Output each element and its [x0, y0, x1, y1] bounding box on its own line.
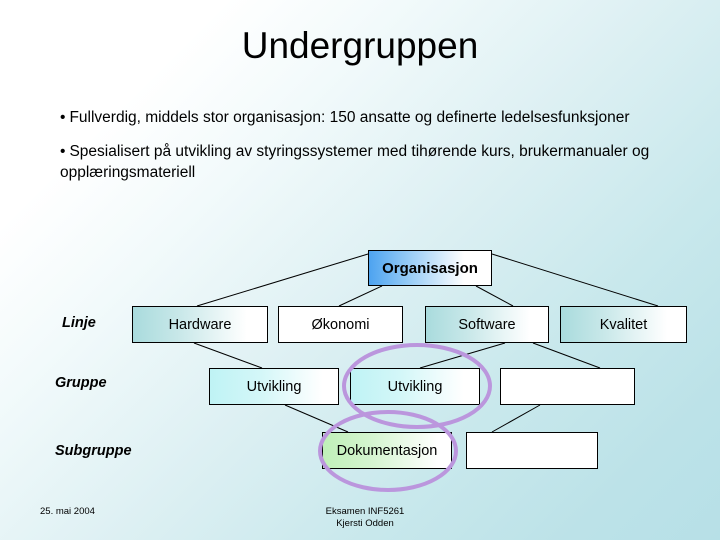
node-subgruppe-empty[interactable] — [466, 432, 598, 469]
footer-exam: Eksamen INF5261 — [325, 506, 405, 517]
node-label: Hardware — [168, 316, 232, 333]
connector-gruppe-subgruppe-empty — [491, 404, 541, 433]
footer-center: Eksamen INF5261 Kjersti Odden — [250, 506, 480, 531]
node-organisasjon[interactable]: Organisasjon — [368, 250, 492, 286]
node-kvalitet[interactable]: Kvalitet — [560, 306, 687, 343]
row-label-subgruppe: Subgruppe — [55, 443, 132, 459]
node-okonomi[interactable]: Økonomi — [278, 306, 403, 343]
node-label: Økonomi — [311, 316, 370, 333]
node-label: Utvikling — [246, 378, 302, 395]
node-label: Software — [458, 316, 516, 333]
footer-author: Kjersti Odden — [336, 518, 394, 530]
org-chart: Organisasjon Linje Gruppe Subgruppe Hard… — [0, 0, 720, 540]
connector-software-utvikling-mid — [419, 342, 506, 369]
node-hardware[interactable]: Hardware — [132, 306, 268, 343]
row-label-gruppe: Gruppe — [55, 375, 107, 391]
connector-utvikling-dokumentasjon — [284, 404, 349, 433]
node-gruppe-empty[interactable] — [500, 368, 635, 405]
connector-software-gruppe-empty — [532, 342, 601, 369]
node-label: Kvalitet — [599, 316, 648, 333]
connector-hardware-utvikling — [193, 342, 263, 369]
slide: Undergruppen • Fullverdig, middels stor o… — [0, 0, 720, 540]
node-label: Organisasjon — [382, 259, 478, 277]
node-software[interactable]: Software — [425, 306, 549, 343]
node-label: Utvikling — [387, 378, 443, 395]
footer-date: 25. mai 2004 — [40, 506, 95, 517]
node-label: Dokumentasjon — [336, 442, 438, 459]
node-gruppe-utvikling-1[interactable]: Utvikling — [209, 368, 339, 405]
connector-org-kvalitet — [491, 253, 659, 307]
connector-org-hardware — [196, 253, 369, 307]
node-gruppe-utvikling-2[interactable]: Utvikling — [350, 368, 480, 405]
connector-org-software — [475, 285, 514, 307]
node-subgruppe-dokumentasjon[interactable]: Dokumentasjon — [322, 432, 452, 469]
connector-org-okonomi — [338, 285, 383, 307]
row-label-linje: Linje — [62, 315, 96, 331]
